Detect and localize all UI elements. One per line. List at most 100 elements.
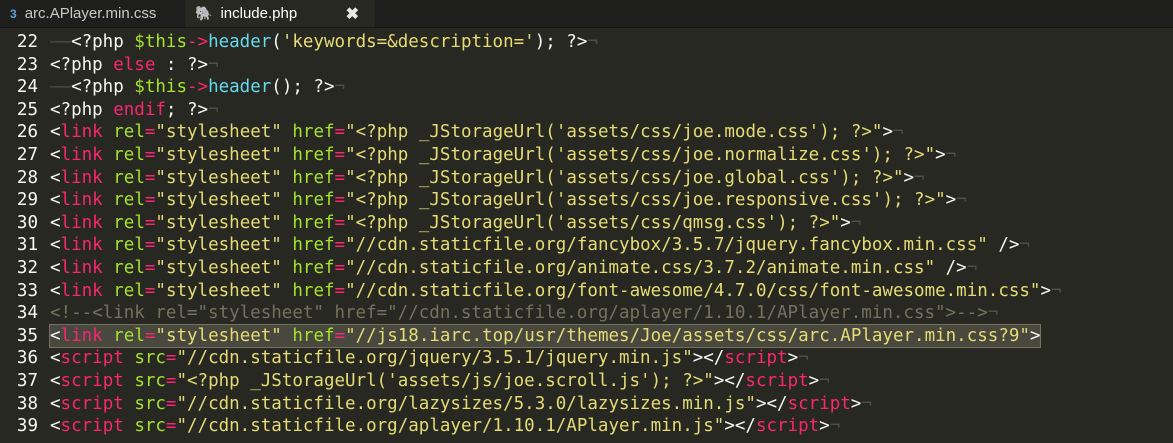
code-token: 'assets/css/joe.global.css': [555, 167, 841, 188]
code-token: <: [50, 370, 61, 391]
code-token: link: [60, 325, 103, 346]
line-number: 27: [16, 144, 38, 165]
code-line[interactable]: 27 <link rel="stylesheet" href="<?php _JS…: [0, 144, 1173, 167]
close-icon[interactable]: ✖: [346, 4, 359, 24]
code-line[interactable]: 33 <link rel="stylesheet" href="//cdn.sta…: [0, 280, 1173, 303]
code-token: script: [755, 416, 820, 437]
code-line[interactable]: 23 <?php else : ?>¬: [0, 54, 1173, 77]
line-number: 24: [16, 77, 38, 98]
code-editor[interactable]: 22 ——<?php $this->header('keywords=&descr…: [0, 28, 1173, 438]
code-line[interactable]: 38 <script src="//cdn.staticfile.org/lazy…: [0, 393, 1173, 416]
code-text: ——<?php $this->header('keywords=&descrip…: [50, 31, 598, 54]
code-text: <link rel="stylesheet" href="<?php _JSto…: [50, 121, 904, 144]
code-text: <link rel="stylesheet" href="//cdn.stati…: [50, 234, 1030, 257]
code-token: "stylesheet": [155, 122, 282, 143]
code-token: <: [50, 280, 61, 301]
code-token: src: [134, 393, 166, 414]
code-text: <?php else : ?>¬: [50, 54, 219, 77]
code-line[interactable]: 36 <script src="//cdn.staticfile.org/jque…: [0, 347, 1173, 370]
code-token: script: [60, 370, 124, 391]
code-token: 'assets/js/joe.scroll.js': [387, 370, 651, 391]
code-token: else: [113, 54, 156, 75]
code-text: <link rel="stylesheet" href="<?php _JSto…: [50, 189, 967, 212]
line-number: 25: [16, 99, 38, 120]
code-text: <link rel="stylesheet" href="//cdn.stati…: [50, 257, 977, 280]
code-line[interactable]: 39 <script src="//cdn.staticfile.org/apla…: [0, 415, 1173, 438]
tab-include-php[interactable]: 🐘 include.php ✖: [185, 0, 375, 27]
code-token: 'assets/css/qmsg.css': [555, 212, 778, 233]
code-token: "<?php _JStorageUrl(: [176, 370, 388, 391]
line-number: 34: [16, 303, 38, 324]
code-line[interactable]: 30 <link rel="stylesheet" href="<?php _JS…: [0, 212, 1173, 235]
code-token: link: [60, 280, 103, 301]
line-number: 38: [16, 393, 38, 414]
code-token: >: [945, 190, 957, 211]
code-line[interactable]: 22 ——<?php $this->header('keywords=&descr…: [0, 31, 1173, 54]
code-token: src: [134, 348, 166, 369]
code-token: <: [50, 167, 61, 188]
code-token: "<?php _JStorageUrl(: [345, 190, 556, 211]
code-token: script: [60, 393, 124, 414]
code-token: ->: [186, 77, 209, 98]
code-token: >: [935, 144, 946, 165]
code-token: 'keywords=&description=': [281, 32, 535, 52]
code-text: <link rel="stylesheet" href="<?php _JSto…: [50, 212, 861, 235]
code-token: ——: [50, 77, 72, 98]
code-token: <: [50, 122, 61, 143]
code-token: <: [50, 416, 61, 437]
code-token: =: [334, 212, 346, 233]
code-token: "stylesheet": [155, 167, 282, 188]
code-token: href: [292, 190, 335, 211]
code-line[interactable]: 31 <link rel="stylesheet" href="//cdn.sta…: [0, 234, 1173, 257]
code-token: rel: [113, 122, 145, 143]
code-token: >: [840, 212, 851, 233]
line-number: 23: [16, 54, 38, 75]
tab-arc-aplayer-css[interactable]: 3 arc.APlayer.min.css: [0, 0, 185, 27]
code-token: ¬: [334, 77, 346, 98]
code-line[interactable]: 32 <link rel="stylesheet" href="//cdn.sta…: [0, 257, 1173, 280]
code-token: =: [165, 416, 177, 437]
code-token: ¬: [829, 416, 841, 437]
line-number: 33: [16, 280, 38, 301]
code-token: src: [134, 370, 166, 391]
code-token: rel: [113, 235, 145, 256]
code-line[interactable]: 29 <link rel="stylesheet" href="<?php _JS…: [0, 189, 1173, 212]
code-token: "//cdn.staticfile.org/lazysizes/5.3.0/la…: [176, 393, 756, 414]
code-token: "stylesheet": [155, 212, 282, 233]
code-line[interactable]: 28 <link rel="stylesheet" href="<?php _JS…: [0, 167, 1173, 190]
code-token: "stylesheet": [155, 144, 282, 165]
code-token: =: [334, 144, 346, 165]
code-line[interactable]: 26 <link rel="stylesheet" href="<?php _JS…: [0, 121, 1173, 144]
code-token: <: [50, 235, 61, 256]
code-line[interactable]: 25 <?php endif; ?>¬: [0, 99, 1173, 122]
code-token: ); ?>": [819, 122, 883, 143]
code-token: ></: [713, 370, 746, 391]
code-token: <: [50, 144, 61, 165]
code-token: >: [787, 348, 799, 369]
code-token: link: [60, 144, 103, 165]
code-text: <script src="//cdn.staticfile.org/jquery…: [50, 347, 809, 370]
code-token: ); ?>: [534, 32, 588, 52]
code-line[interactable]: 34 <!--<link rel="stylesheet" href="//cdn…: [0, 302, 1173, 325]
code-token: ¬: [861, 393, 872, 414]
code-token: =: [144, 257, 156, 278]
code-line[interactable]: 37 <script src="<?php _JStorageUrl('asset…: [0, 370, 1173, 393]
code-token: "//cdn.staticfile.org/font-awesome/4.7.0…: [345, 280, 1041, 301]
code-token: ); ?>": [777, 212, 841, 233]
code-line[interactable]: 24 ——<?php $this->header(); ?>¬: [0, 76, 1173, 99]
css-file-icon: 3: [10, 6, 17, 21]
line-number: 30: [16, 212, 38, 233]
code-token: 'assets/css/joe.mode.css': [555, 122, 820, 143]
code-text: <!--<link rel="stylesheet" href="//cdn.s…: [50, 302, 998, 325]
code-token: ></: [724, 416, 756, 437]
code-token: "//cdn.staticfile.org/jquery/3.5.1/jquer…: [176, 348, 693, 369]
code-line[interactable]: 35 <link rel="stylesheet" href="//js18.ia…: [0, 323, 1173, 349]
code-token: ¬: [587, 32, 598, 52]
